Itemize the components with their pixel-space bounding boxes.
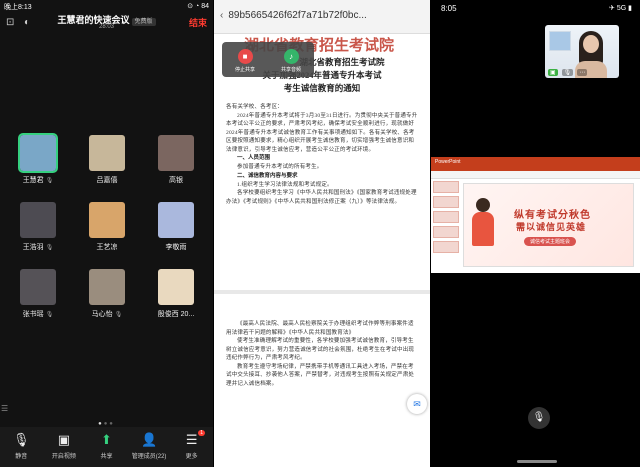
doc-title-line: 考生诚信教育的通知 xyxy=(283,83,361,93)
participant-tile[interactable]: 李敬雨 xyxy=(146,202,206,254)
paragraph: 参加普通专升本考试的所有考生。 xyxy=(237,164,323,170)
stop-share-icon: ■ xyxy=(237,49,253,64)
participant-name: 王慧君 🎙 xyxy=(22,177,54,184)
notification-badge: 1 xyxy=(198,430,205,436)
shared-presentation[interactable]: PowerPoint 纵有考试分秋色 需以诚信见英雄 诚信考试主题班会 xyxy=(431,157,640,273)
slide-thumbnails xyxy=(433,181,459,256)
participant-name: 殷俊西 20... xyxy=(157,311,195,318)
avatar xyxy=(18,133,58,173)
menu-icon: ☰ xyxy=(185,432,198,447)
status-time: 8:05 xyxy=(441,4,457,13)
slide-subtitle: 诚信考试主题班会 xyxy=(524,237,577,246)
envelope-icon: ✉ xyxy=(413,399,421,409)
more-icon: ⋯ xyxy=(577,69,588,76)
share-icon: ⬆ xyxy=(101,432,112,447)
cartoon-student-illustration xyxy=(470,198,496,254)
url-bar[interactable]: ‹ 89b5665426f62f7a71b72f0bc... xyxy=(214,0,430,34)
document-panel: ‹ 89b5665426f62f7a71b72f0bc... 湖北省教育招生考试院… xyxy=(214,0,430,467)
paragraph: 各学校要组织考生学习《中华人民共和国刑法》《国家教育考试违规处理办法》《考试规则… xyxy=(226,190,417,205)
section-heading: 二、诚信教育内容与要求 xyxy=(237,172,298,179)
participant-tile[interactable]: 王慧君 🎙 xyxy=(8,133,68,187)
participant-tile[interactable]: 王艺凉 xyxy=(77,202,137,254)
status-bar: 8:05 ✈ 5G ▮ xyxy=(431,0,640,18)
mic-icon: 🎙 xyxy=(532,412,546,423)
mic-icon: 🎙 xyxy=(45,178,54,184)
participant-name: 王浩羽 🎙 xyxy=(22,244,54,251)
avatar xyxy=(89,135,125,171)
mic-icon: 🎙 xyxy=(114,312,123,318)
slide-heading-2: 需以诚信见英雄 xyxy=(516,222,587,232)
screen-share-controls: ■ 停止共享 ♪ 共享音频 xyxy=(222,42,314,77)
manage-members-button[interactable]: 👤 管理成员(22) xyxy=(128,427,171,467)
camera-icon: ▣ xyxy=(548,69,558,76)
participant-tile[interactable]: 殷俊西 20... xyxy=(146,269,206,321)
avatar xyxy=(158,202,194,238)
participant-tile[interactable]: 吕嘉僖 xyxy=(77,135,137,187)
screen-share-panel: 8:05 ✈ 5G ▮ ▣ 🎙 ⋯ PowerPoint 纵有考试分秋色 需以诚… xyxy=(431,0,640,467)
mute-button[interactable]: 🎙 静音 xyxy=(0,427,43,467)
avatar xyxy=(158,269,194,305)
status-icons: ⊙ ◔ 84 xyxy=(187,3,209,10)
avatar xyxy=(89,269,125,305)
back-arrow-icon[interactable]: ‹ xyxy=(220,10,223,21)
audio-icon: ♪ xyxy=(283,49,299,64)
side-drawer-handle[interactable]: ☰ xyxy=(1,404,8,413)
share-audio-button[interactable]: ♪ 共享音频 xyxy=(268,42,314,77)
paragraph: 1.组织考生学习法律法规和考试规定。 xyxy=(237,181,333,188)
start-video-button[interactable]: ▣ 开启视频 xyxy=(43,427,86,467)
gesture-bar xyxy=(431,455,640,467)
salutation: 各有关学校、各考区： xyxy=(226,104,284,110)
participant-name: 马心怡 🎙 xyxy=(91,311,123,318)
paragraph: 《最高人民法院、最高人民检察院关于办理组织考试作弊等刑事案件适用法律若干问题的解… xyxy=(226,321,414,336)
mic-icon: 🎙 xyxy=(13,432,30,447)
participant-name: 高银 xyxy=(169,177,183,184)
mic-icon: 🎙 xyxy=(45,245,54,251)
stop-share-button[interactable]: ■ 停止共享 xyxy=(222,42,268,77)
floating-mic-button[interactable]: 🎙 xyxy=(528,407,550,429)
avatar xyxy=(20,269,56,305)
section-heading: 一、人员范围 xyxy=(237,155,271,161)
participant-tile[interactable]: 高银 xyxy=(146,135,206,187)
more-button[interactable]: ☰ 更多 1 xyxy=(170,427,213,467)
participant-name: 吕嘉僖 xyxy=(96,177,118,184)
avatar xyxy=(158,135,194,171)
meeting-panel: 晚上8:13 ⊙ ◔ 84 ⊡ ◐ 王慧君的快速会议 免费版 28:03 结束 王… xyxy=(0,0,213,467)
end-meeting-button[interactable]: 结束 xyxy=(189,16,207,29)
participant-tile[interactable]: 王浩羽 🎙 xyxy=(8,202,68,254)
participant-name: 王艺凉 xyxy=(96,244,118,251)
url-text: 89b5665426f62f7a71b72f0bc... xyxy=(228,10,367,21)
share-button[interactable]: ⬆ 共享 xyxy=(85,427,128,467)
members-icon: 👤 xyxy=(140,432,158,447)
participant-tile[interactable]: 马心怡 🎙 xyxy=(77,269,137,321)
participant-tile[interactable]: 张书瑶 🎙 xyxy=(8,269,68,321)
paragraph: 2024年普通专升本考试将于3月30至31日进行。为贯彻中央关于普通专升本考试公… xyxy=(226,112,418,153)
paragraph: 使考生准确理解考试的重要性，各学校要加强考试诚信教育，引导考生树立诚信应考意识，… xyxy=(226,338,415,361)
meeting-header: ⊡ ◐ 王慧君的快速会议 免费版 28:03 结束 xyxy=(0,10,213,34)
participant-name: 李敬雨 xyxy=(165,244,187,251)
document-page-2[interactable]: 《最高人民法院、最高人民检察院关于办理组织考试作弊等刑事案件适用法律若干问题的解… xyxy=(214,294,430,467)
mic-icon: 🎙 xyxy=(561,69,574,76)
mic-icon: 🎙 xyxy=(45,312,54,318)
self-video-thumbnail[interactable]: ▣ 🎙 ⋯ xyxy=(545,25,619,78)
meeting-timer: 28:03 xyxy=(98,24,114,30)
status-icons: ✈ 5G ▮ xyxy=(609,5,632,12)
camera-off-icon: ▣ xyxy=(57,432,71,447)
participant-name: 张书瑶 🎙 xyxy=(22,311,54,318)
paragraph: 教育考生遵守考场纪律，严禁携带手机等通讯工具进入考场，严禁在考试中交头接耳、抄袭… xyxy=(226,363,415,387)
meeting-toolbar: 🎙 静音 ▣ 开启视频 ⬆ 共享 👤 管理成员(22) ☰ 更多 1 xyxy=(0,427,213,467)
ppt-toolbar xyxy=(431,171,640,179)
slide-canvas: 纵有考试分秋色 需以诚信见英雄 诚信考试主题班会 xyxy=(463,183,634,267)
avatar xyxy=(20,202,56,238)
avatar xyxy=(89,202,125,238)
screen: 晚上8:13 ⊙ ◔ 84 ⊡ ◐ 王慧君的快速会议 免费版 28:03 结束 王… xyxy=(0,0,640,467)
ppt-ribbon: PowerPoint xyxy=(431,157,640,171)
floating-meeting-button[interactable]: ✉ xyxy=(407,394,427,414)
slide-heading-1: 纵有考试分秋色 xyxy=(514,210,591,221)
